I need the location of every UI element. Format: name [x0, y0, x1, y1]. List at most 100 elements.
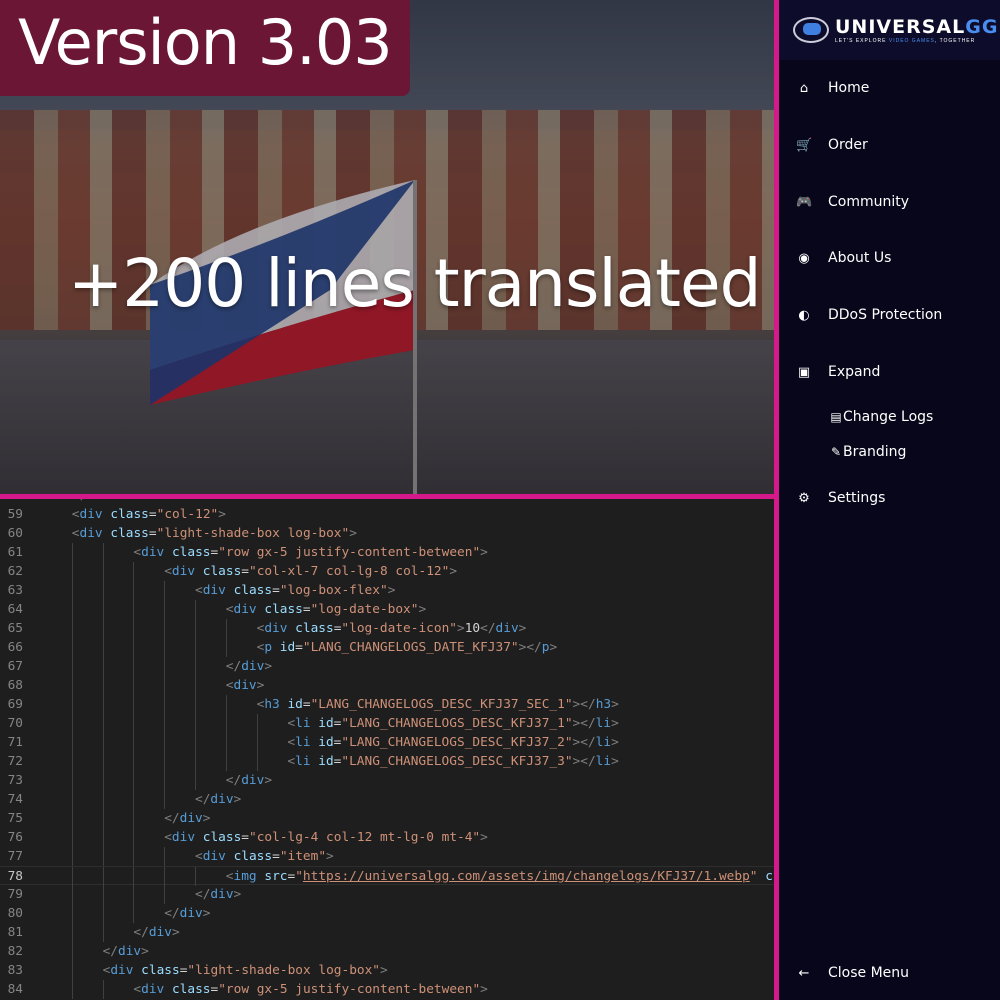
code-line[interactable]: 66 <p id="LANG_CHANGELOGS_DATE_KFJ37"></p… [0, 638, 774, 657]
code-line[interactable]: 84 <div class="row gx-5 justify-content-b… [0, 980, 774, 999]
line-number: 59 [7, 507, 23, 522]
gamepad-icon: 🎮 [796, 194, 813, 210]
code-line[interactable]: 59 <div class="col-12"> [0, 505, 774, 524]
code-text: <div class="light-shade-box log-box"> [71, 526, 357, 541]
cart-icon: 🛒 [796, 137, 813, 153]
logo-tagline-end: , TOGETHER [934, 38, 976, 44]
line-number: 70 [7, 716, 23, 731]
close-menu-button-label: Close Menu [828, 965, 910, 981]
code-text: <p id="LANG_CHANGELOGS_DATE_KFJ37"></p> [256, 640, 558, 655]
code-line[interactable]: 65 <div class="log-date-icon">10</div> [0, 619, 774, 638]
code-line[interactable]: 64 <div class="log-date-box"> [0, 600, 774, 619]
sidebar-item-expand[interactable]: ▣ Expand [779, 357, 1000, 387]
code-line[interactable]: 73 </div> [0, 771, 774, 790]
banner-image: Version 3.03 +200 lines translated [0, 0, 774, 494]
sidebar-item-home-label: Home [828, 80, 870, 96]
code-text: <div class="log-date-box"> [225, 602, 427, 617]
code-text: </div> [195, 792, 242, 807]
code-text: <li id="LANG_CHANGELOGS_DESC_KFJ37_1"></… [287, 716, 619, 731]
circle-dot-icon: ◉ [798, 250, 810, 266]
code-line[interactable]: 68 <div> [0, 676, 774, 695]
code-line[interactable]: 67 </div> [0, 657, 774, 676]
line-number: 79 [7, 887, 23, 902]
code-line[interactable]: 60 <div class="light-shade-box log-box"> [0, 524, 774, 543]
code-text: <div class="log-date-icon">10</div> [256, 621, 527, 636]
line-number: 73 [7, 773, 23, 788]
code-text: <h3 id="LANG_CHANGELOGS_DESC_KFJ37_SEC_1… [256, 697, 619, 712]
code-text: <li id="LANG_CHANGELOGS_DESC_KFJ37_3"></… [287, 754, 619, 769]
gear-icon: ⚙ [798, 490, 810, 506]
logo[interactable]: UNIVERSALGG LET'S EXPLORE VIDEO GAMES, T… [779, 0, 1000, 60]
code-line[interactable]: 63 <div class="log-box-flex"> [0, 581, 774, 600]
code-text: </div> [102, 944, 149, 959]
logo-name: UNIVERSAL [835, 16, 966, 38]
version-badge: Version 3.03 [0, 0, 410, 96]
code-line[interactable]: 76 <div class="col-lg-4 col-12 mt-lg-0 mt… [0, 828, 774, 847]
line-number: 84 [7, 982, 23, 997]
code-line[interactable]: 78 <img src="https://universalgg.com/asse… [0, 866, 774, 886]
code-line[interactable]: 71 <li id="LANG_CHANGELOGS_DESC_KFJ37_2">… [0, 733, 774, 752]
sidebar-subitem-change-logs[interactable]: ▤ Change Logs [779, 402, 1000, 432]
sidebar-item-about-us-label: About Us [828, 250, 892, 266]
line-number: 64 [7, 602, 23, 617]
code-text: <div class="light-shade-box log-box"> [102, 963, 388, 978]
code-text: <div class="col-12"> [71, 507, 226, 522]
line-number: 61 [7, 545, 23, 560]
sidebar-item-order[interactable]: 🛒 Order [779, 130, 1000, 160]
code-line[interactable]: 75 </div> [0, 809, 774, 828]
sidebar-item-ddos-protection-label: DDoS Protection [828, 307, 943, 323]
code-line[interactable]: 72 <li id="LANG_CHANGELOGS_DESC_KFJ37_3">… [0, 752, 774, 771]
line-number: 76 [7, 830, 23, 845]
arrow-left-icon: ← [798, 965, 810, 981]
sidebar-item-community[interactable]: 🎮 Community [779, 187, 1000, 217]
line-number: 65 [7, 621, 23, 636]
line-number: 69 [7, 697, 23, 712]
sidebar-subitem-branding-label: Branding [843, 444, 907, 460]
code-text: </div> [195, 887, 242, 902]
code-text: <div class="row gx-5 justify-content-bet… [133, 545, 488, 560]
code-text: <div class="log-box-flex"> [195, 583, 396, 598]
sidebar-item-about-us[interactable]: ◉ About Us [779, 243, 1000, 273]
line-number: 81 [7, 925, 23, 940]
code-line[interactable]: 61 <div class="row gx-5 justify-content-b… [0, 543, 774, 562]
sidebar: UNIVERSALGG LET'S EXPLORE VIDEO GAMES, T… [774, 0, 1000, 1000]
line-number: 72 [7, 754, 23, 769]
code-line[interactable]: 79 </div> [0, 885, 774, 904]
sidebar-item-ddos-protection[interactable]: ◐ DDoS Protection [779, 300, 1000, 330]
code-text: </div> [225, 773, 273, 788]
close-menu-button[interactable]: ← Close Menu [779, 958, 1000, 988]
line-number: 78 [7, 869, 23, 884]
line-number: 60 [7, 526, 23, 541]
logo-name-accent: GG [965, 16, 999, 38]
home-icon: ⌂ [799, 80, 809, 96]
sidebar-item-home[interactable]: ⌂ Home [779, 73, 1000, 103]
sidebar-subitem-branding[interactable]: ✎ Branding [779, 437, 1000, 467]
code-line[interactable]: 62 <div class="col-xl-7 col-lg-8 col-12"> [0, 562, 774, 581]
line-number: 74 [7, 792, 23, 807]
line-number: 77 [7, 849, 23, 864]
gamepad-logo-icon [793, 17, 829, 43]
sidebar-item-settings[interactable]: ⚙ Settings [779, 483, 1000, 513]
line-number: 82 [7, 944, 23, 959]
line-number: 66 [7, 640, 23, 655]
code-text: </div> [164, 906, 211, 921]
sidebar-item-order-label: Order [828, 137, 868, 153]
code-line[interactable]: 80 </div> [0, 904, 774, 923]
code-line[interactable]: 83 <div class="light-shade-box log-box"> [0, 961, 774, 980]
line-number: 67 [7, 659, 23, 674]
sidebar-item-settings-label: Settings [828, 490, 886, 506]
code-text: <div class="row gx-5 justify-content-bet… [133, 982, 488, 997]
expand-icon: ▣ [797, 364, 811, 380]
code-line[interactable]: 82 </div> [0, 942, 774, 961]
line-number: 71 [7, 735, 23, 750]
code-line[interactable]: 69 <h3 id="LANG_CHANGELOGS_DESC_KFJ37_SEC… [0, 695, 774, 714]
code-text: </div> [133, 925, 180, 940]
code-line[interactable]: 74 </div> [0, 790, 774, 809]
code-line[interactable]: 70 <li id="LANG_CHANGELOGS_DESC_KFJ37_1">… [0, 714, 774, 733]
code-text: </div> [164, 811, 211, 826]
code-text: </div> [225, 659, 273, 674]
code-line[interactable]: 77 <div class="item"> [0, 847, 774, 866]
code-text: <img src="https://universalgg.com/assets… [225, 869, 773, 884]
code-editor[interactable]: 58</div>59<div class="col-12">60<div cla… [0, 499, 774, 1000]
code-line[interactable]: 81 </div> [0, 923, 774, 942]
